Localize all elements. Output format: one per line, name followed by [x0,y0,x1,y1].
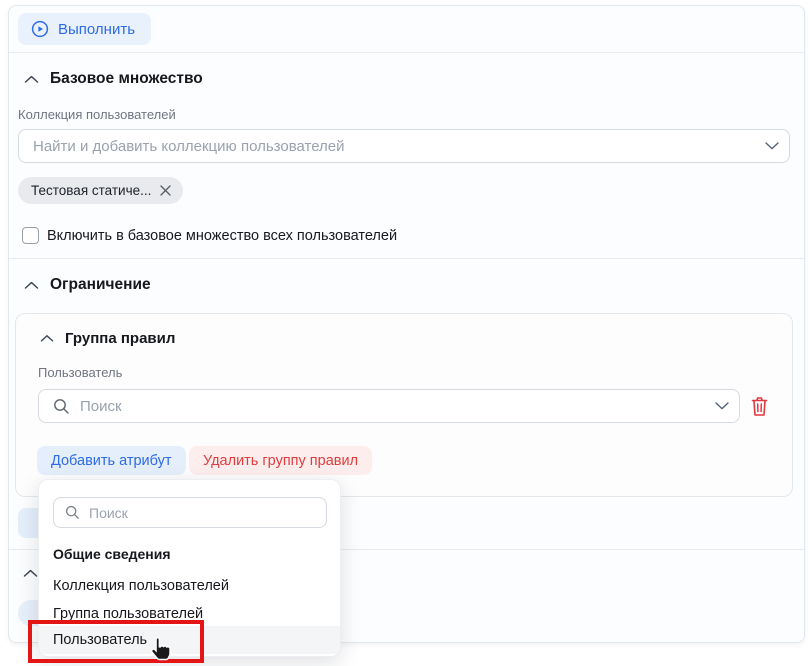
add-attribute-label: Добавить атрибут [51,453,172,469]
dropdown-item-label: Группа пользователей [53,606,203,622]
section-restriction-header[interactable]: Ограничение [24,276,151,294]
search-icon [65,505,80,520]
chevron-up-icon [24,281,39,290]
dropdown-search-input[interactable] [89,505,326,521]
run-button[interactable]: Выполнить [18,13,151,45]
dropdown-item-user-collection[interactable]: Коллекция пользователей [39,572,340,599]
section-restriction-title: Ограничение [50,276,151,294]
include-all-users-checkbox[interactable] [22,227,39,244]
selected-collection-chip: Тестовая статиче... [18,177,183,204]
user-search-select[interactable] [38,389,740,423]
dropdown-item-label: Коллекция пользователей [53,578,229,594]
chevron-up-icon [24,75,39,84]
section-base-set-header[interactable]: Базовое множество [24,70,203,88]
trash-icon [749,395,770,418]
run-button-label: Выполнить [58,21,135,38]
delete-rule-group-label: Удалить группу правил [203,453,358,469]
rule-group-title: Группа правил [65,330,175,347]
play-circle-icon [31,20,49,38]
add-attribute-button[interactable]: Добавить атрибут [37,446,186,475]
divider [9,258,804,259]
chevron-down-icon[interactable] [755,142,789,150]
section-collapsed-chevron-up-icon[interactable] [23,569,38,578]
workflow-editor-screen: Выполнить Базовое множество Коллекция по… [0,0,810,666]
divider [9,52,804,53]
dropdown-search-box[interactable] [53,497,327,528]
delete-rule-button[interactable] [749,395,770,418]
chip-label: Тестовая статиче... [31,183,151,198]
rule-group-header[interactable]: Группа правил [40,330,175,347]
chip-remove-icon[interactable] [159,184,172,197]
dropdown-item-label: Пользователь [53,632,147,648]
search-icon [39,398,70,415]
user-field-label: Пользователь [38,365,122,380]
include-all-users-label: Включить в базовое множество всех пользо… [47,228,397,244]
collection-search-input[interactable] [19,138,755,155]
user-search-input[interactable] [70,398,705,415]
collection-field-label: Коллекция пользователей [18,107,176,122]
collection-select[interactable] [18,129,790,163]
dropdown-item-user-group[interactable]: Группа пользователей [39,600,340,627]
section-base-set-title: Базовое множество [50,70,203,88]
delete-rule-group-button[interactable]: Удалить группу правил [189,446,372,475]
dropdown-item-user[interactable]: Пользователь [39,626,340,654]
attribute-dropdown: Общие сведения Коллекция пользователей Г… [38,479,341,657]
dropdown-group-header: Общие сведения [53,546,171,562]
chevron-down-icon[interactable] [705,402,739,410]
chevron-up-icon [40,334,54,343]
